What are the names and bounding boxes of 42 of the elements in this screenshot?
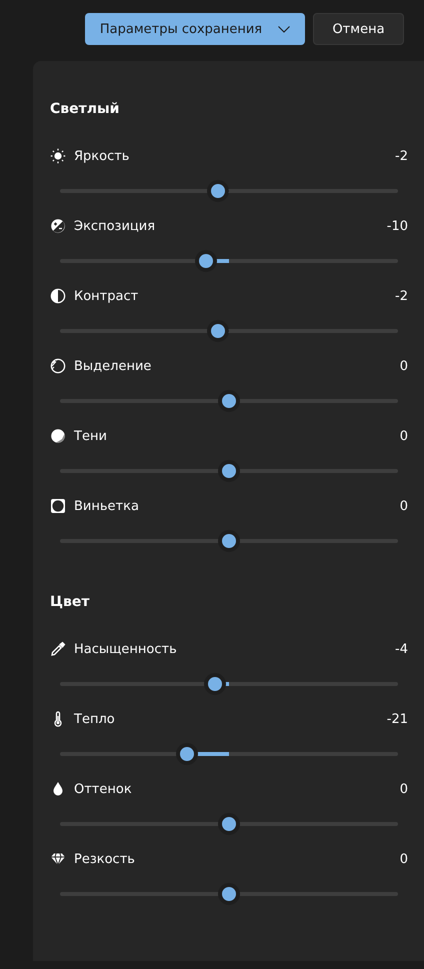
chevron-down-icon — [278, 26, 290, 32]
adjustment-label: Тепло — [74, 712, 116, 726]
slider-thumb[interactable] — [218, 460, 240, 482]
highlight-icon — [50, 358, 66, 374]
cancel-button[interactable]: Отмена — [313, 13, 404, 45]
slider-thumb[interactable] — [206, 180, 229, 202]
adjustment-value: 0 — [400, 852, 408, 866]
slider-thumb[interactable] — [218, 530, 240, 552]
save-options-button[interactable]: Параметры сохранения — [85, 13, 305, 45]
contrast-icon — [50, 288, 66, 304]
exposure-icon — [50, 218, 66, 234]
adjustment-label: Резкость — [74, 852, 136, 866]
adjustment-label: Экспозиция — [74, 218, 156, 234]
slider-thumb[interactable] — [176, 743, 198, 765]
vignette-icon — [50, 498, 66, 514]
slider-thumb[interactable] — [195, 250, 218, 272]
shadow-icon — [50, 428, 66, 444]
adjustment-label: Виньетка — [74, 498, 140, 514]
sun-icon — [50, 148, 66, 164]
diamond-icon — [50, 851, 66, 867]
adjustment-label: Контраст — [74, 288, 140, 304]
adjustment-value: 0 — [400, 782, 408, 796]
slider-thumb[interactable] — [206, 320, 229, 342]
adjustment-value: -2 — [395, 148, 408, 164]
adjustment-value: 0 — [400, 358, 408, 374]
slider-thumb[interactable] — [218, 813, 240, 835]
adjustment-label: Яркость — [74, 148, 130, 164]
adjustment-label: Насыщенность — [74, 642, 178, 656]
section-heading: Цвет — [50, 593, 90, 612]
adjustment-label: Оттенок — [74, 782, 133, 796]
adjustment-value: -2 — [395, 288, 408, 304]
adjustment-value: 0 — [400, 498, 408, 514]
adjustment-value: 0 — [400, 428, 408, 444]
slider-thumb[interactable] — [218, 390, 240, 412]
adjustment-value: -21 — [386, 712, 408, 726]
slider-thumb[interactable] — [204, 673, 226, 695]
slider-thumb[interactable] — [218, 883, 240, 905]
section-heading: Светлый — [50, 100, 120, 119]
adjustment-value: -4 — [395, 642, 408, 656]
adjustment-label: Выделение — [74, 358, 152, 374]
adjustment-label: Тени — [74, 428, 108, 444]
adjustment-value: -10 — [386, 218, 408, 234]
